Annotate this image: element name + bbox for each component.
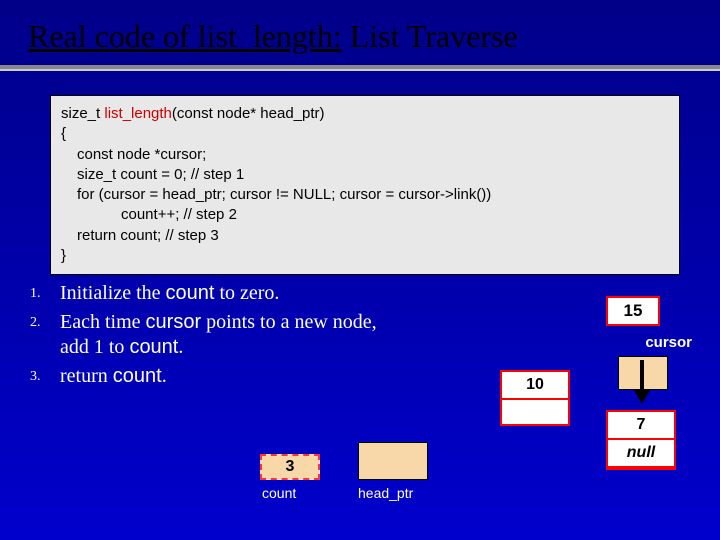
- head-ptr-label: head_ptr: [358, 485, 413, 501]
- node-value-15: 15: [606, 296, 660, 326]
- list-item: 3. return count.: [30, 364, 390, 389]
- text: .: [162, 365, 167, 387]
- text: to zero.: [214, 282, 279, 304]
- step-number: 1.: [30, 281, 60, 306]
- arrow-down-icon: [634, 390, 650, 404]
- count-value-box: 3: [260, 454, 320, 480]
- list-item: 1. Initialize the count to zero.: [30, 281, 390, 306]
- cursor-label: cursor: [645, 334, 692, 351]
- code-inline: count: [166, 282, 215, 304]
- code-text: size_t: [61, 105, 104, 122]
- slide-title: Real code of list_length: List Traverse: [0, 0, 720, 65]
- node-null: null: [608, 440, 674, 468]
- title-rest: List Traverse: [342, 18, 518, 54]
- code-inline: count: [113, 365, 162, 387]
- code-line: }: [61, 246, 669, 266]
- step-number: 3.: [30, 364, 60, 389]
- list-item: 2. Each time cursor points to a new node…: [30, 310, 390, 360]
- node-value: 10: [502, 372, 568, 400]
- text: Each time: [60, 311, 146, 333]
- code-line: for (cursor = head_ptr; cursor != NULL; …: [61, 185, 669, 205]
- code-line: return count; // step 3: [61, 226, 669, 246]
- node-last: 7 null: [606, 410, 676, 470]
- count-label: count: [262, 485, 296, 501]
- text: .: [178, 336, 183, 358]
- step-list: 1. Initialize the count to zero. 2. Each…: [30, 281, 390, 389]
- divider-bar-light: [0, 69, 720, 71]
- code-text: (const node* head_ptr): [172, 105, 325, 122]
- code-fn-name: list_length: [104, 105, 172, 122]
- code-line: size_t count = 0; // step 1: [61, 165, 669, 185]
- step-text: Initialize the count to zero.: [60, 281, 390, 306]
- step-text: Each time cursor points to a new node, a…: [60, 310, 390, 360]
- text: return: [60, 365, 113, 387]
- head-ptr-box: [358, 442, 428, 480]
- step-number: 2.: [30, 310, 60, 360]
- code-line: size_t list_length(const node* head_ptr): [61, 104, 669, 124]
- code-inline: count: [129, 336, 178, 358]
- code-line: count++; // step 2: [61, 205, 669, 225]
- node-value: 7: [608, 412, 674, 440]
- arrow-line: [640, 360, 644, 394]
- node-10: 10: [500, 370, 570, 426]
- code-line: const node *cursor;: [61, 145, 669, 165]
- code-block: size_t list_length(const node* head_ptr)…: [50, 95, 680, 275]
- code-inline: cursor: [146, 311, 202, 333]
- step-text: return count.: [60, 364, 390, 389]
- text: Initialize the: [60, 282, 166, 304]
- code-line: {: [61, 124, 669, 144]
- node-link-field: [502, 400, 568, 424]
- title-underlined: Real code of list_length:: [28, 18, 342, 54]
